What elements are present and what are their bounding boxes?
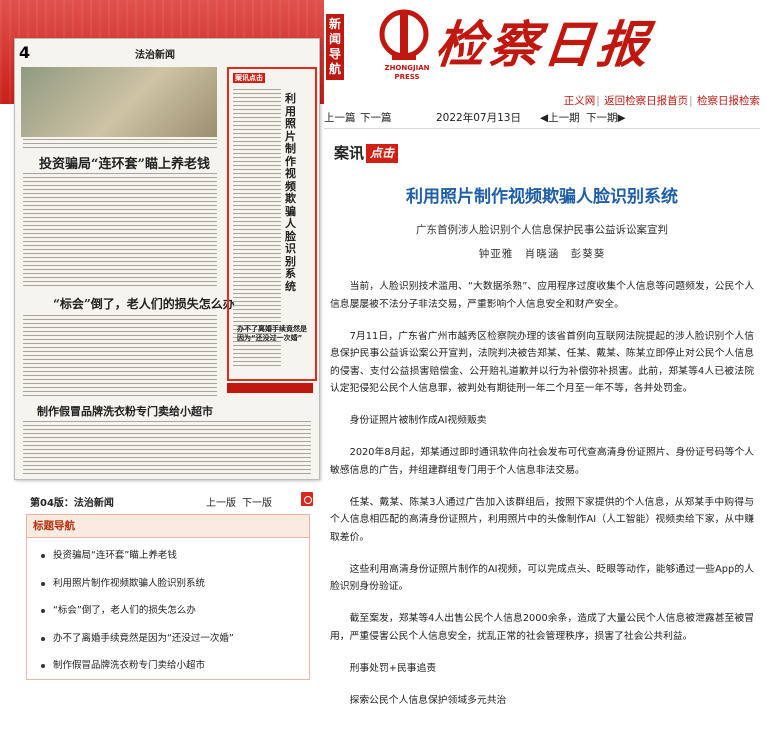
thumb-framed-kicker: 案讯点击 — [233, 73, 265, 83]
thumb-headline-second[interactable]: “标会”倒了，老人们的损失怎么办 — [53, 295, 235, 312]
article-paragraph: 这些利用高清身份证照片制作的AI视频，可以完成点头、眨眼等动作，能够通过一些Ap… — [330, 563, 754, 593]
issue-date: 2022年07月13日 — [436, 112, 521, 124]
article-subtitle: 广东首例涉人脸识别个人信息保护民事公益诉讼案宣判 — [416, 224, 668, 236]
thumb-photo — [21, 67, 217, 137]
article-body: 当前，人脸识别技术滥用、“大数据杀熟”、应用程序过度收集个人信息等问题频发，公民… — [330, 278, 754, 724]
link-justice-net[interactable]: 正义网 — [564, 95, 596, 107]
news-nav-tag: 新闻导航 — [326, 14, 344, 80]
thumb-text-block — [23, 139, 217, 149]
press-logo-text: ZHONGJIAN PRESS — [384, 64, 430, 81]
title-navigation: 标题导航 投资骗局“连环套”瞄上养老钱 利用照片制作视频欺骗人脸识别系统 “标会… — [26, 514, 310, 680]
prev-issue-link[interactable]: ◀上一期 — [540, 110, 580, 125]
thumb-ad-bar — [227, 383, 313, 393]
prev-page-link[interactable]: 上一版 — [206, 494, 236, 509]
thumb-text-block — [23, 421, 311, 475]
link-home[interactable]: 返回检察日报首页 — [604, 95, 688, 107]
article-paragraph: 2020年8月起，郑某通过即时通讯软件向社会发布可代查高清身份证照片、身份证号码… — [330, 447, 754, 476]
kicker-click: 点击 — [366, 144, 399, 163]
top-links: 正义网| 返回检察日报首页| 检察日报检索 — [563, 95, 760, 107]
next-page-link[interactable]: 下一版 — [242, 494, 272, 509]
title-nav-item[interactable]: 办不了离婚手续竟然是因为“还没过一次婚” — [27, 625, 309, 653]
next-article-link[interactable]: 下一篇 — [360, 110, 392, 125]
page-thumbnail[interactable]: 4 法治新闻 投资骗局“连环套”瞄上养老钱 “标会”倒了，老人们的损失怎么办 制… — [14, 38, 320, 480]
article-paragraph: 刑事处罚+民事追责 — [349, 662, 437, 674]
link-search[interactable]: 检察日报检索 — [697, 95, 760, 107]
prev-article-link[interactable]: 上一篇 — [324, 110, 356, 125]
page-nav: 第04版：法治新闻 上一版 下一版 — [30, 492, 313, 510]
article-paragraph: 截至案发，郑某等4人出售公民个人信息2000余条，造成了大量公民个人信息被泄露甚… — [330, 613, 754, 642]
thumb-page-number: 4 — [19, 43, 31, 62]
thumb-text-block — [23, 173, 217, 289]
thumb-headline-main[interactable]: 投资骗局“连环套”瞄上养老钱 — [39, 153, 210, 172]
article-paragraph: 身份证照片被制作成AI视频贩卖 — [349, 415, 487, 426]
article-paragraph: 探索公民个人信息保护领域多元共治 — [349, 694, 507, 706]
title-navigation-heading: 标题导航 — [27, 515, 309, 538]
article-authors: 钟亚雅 肖晓涵 彭葵葵 — [478, 248, 606, 260]
next-issue-link[interactable]: 下一期▶ — [586, 110, 626, 125]
article-paragraph: 当前，人脸识别技术滥用、“大数据杀熟”、应用程序过度收集个人信息等问题频发，公民… — [330, 281, 754, 310]
thumb-section: 法治新闻 — [135, 50, 175, 61]
thumb-text-block — [23, 315, 217, 397]
article-paragraph: 任某、戴某、陈某3人通过广告加入该群组后，按照下家提供的个人信息，从郑某手中购得… — [330, 496, 754, 543]
thumb-framed-title: 利用照片制作视频欺骗人脸识别系统 — [285, 92, 296, 293]
page-label: 第04版：法治新闻 — [30, 498, 114, 509]
thumb-headline-side[interactable]: 办不了离婚手续竟然是因为“还没过一次婚” — [237, 325, 307, 343]
thumb-headline-third[interactable]: 制作假冒品牌洗衣粉专门卖给小超市 — [37, 403, 213, 419]
article-paragraph: 7月11日，广东省广州市越秀区检察院办理的该省首例向互联网法院提起的涉人脸识别个… — [330, 330, 754, 395]
kicker-case: 案讯 — [334, 144, 365, 162]
press-logo-icon — [379, 9, 429, 60]
title-nav-item[interactable]: 投资骗局“连环套”瞄上养老钱 — [27, 542, 309, 570]
pdf-icon[interactable] — [301, 492, 313, 506]
title-nav-item[interactable]: “标会”倒了，老人们的损失怎么办 — [27, 597, 309, 625]
title-nav-item[interactable]: 制作假冒品牌洗衣粉专门卖给小超市 — [27, 652, 309, 680]
title-nav-item[interactable]: 利用照片制作视频欺骗人脸识别系统 — [27, 570, 309, 598]
article-kicker: 案讯 点击 — [334, 142, 399, 163]
nav-divider — [324, 128, 760, 129]
masthead-title: 检察日报 — [432, 15, 655, 74]
article-title: 利用照片制作视频欺骗人脸识别系统 — [406, 187, 678, 207]
